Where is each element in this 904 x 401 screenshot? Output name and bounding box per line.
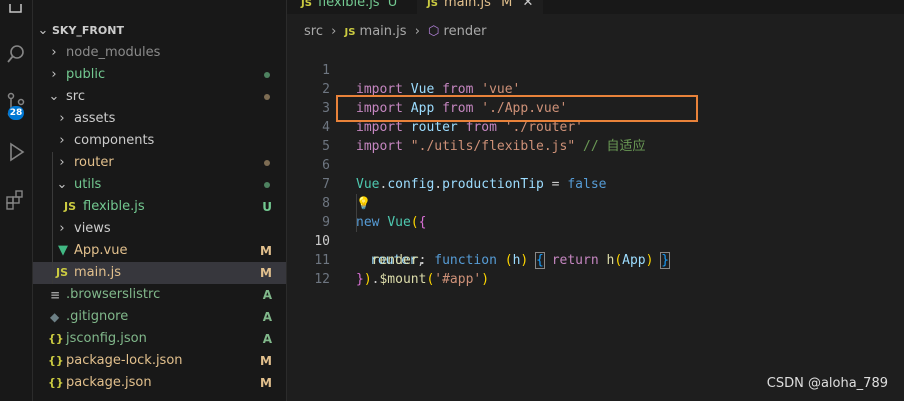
status-dot [264, 182, 270, 188]
js-file-icon: JS [427, 0, 438, 9]
tree-item-views[interactable]: › views [33, 218, 286, 240]
tab-flexible-js[interactable]: JS flexible.js U [301, 0, 397, 14]
code-line: 11 }).$mount('#app') [314, 253, 490, 287]
json-file-icon: {} [48, 354, 64, 367]
code-line: 1 import Vue from 'vue' [322, 63, 521, 97]
code-line: 6 Vue.config.productionTip = false [322, 158, 607, 192]
status-dot [264, 94, 270, 100]
tree-item-flexible-js[interactable]: JS flexible.js U [33, 196, 286, 218]
run-debug-icon[interactable] [0, 138, 32, 166]
status-dot [264, 72, 270, 78]
code-line: 12 [314, 272, 330, 287]
workspace-root[interactable]: ⌄ SKY_FRONT [33, 20, 286, 42]
code-line: 8 new Vue({ [322, 196, 427, 230]
status-dot [264, 160, 270, 166]
tree-item-node-modules[interactable]: › node_modules [33, 42, 286, 64]
json-file-icon: {} [48, 376, 64, 389]
breadcrumb: src › JS main.js › ⬡ render [287, 22, 486, 42]
js-file-icon: JS [64, 200, 77, 213]
method-icon: ⬡ [428, 24, 440, 39]
more-actions-icon[interactable]: ··· [260, 0, 272, 5]
explorer-title: EXPLORER [53, 0, 110, 12]
chevron-right-icon: › [59, 155, 65, 170]
file-tree: ⌄ SKY_FRONT › node_modules › public ⌄ sr… [33, 20, 286, 394]
chevron-right-icon: › [331, 24, 337, 39]
tree-item-assets[interactable]: › assets [33, 108, 286, 130]
code-line: 9 💡 router, [322, 194, 425, 268]
tree-item-browserslistrc[interactable]: ≡ .browserslistrc A [33, 284, 286, 306]
breadcrumb-file[interactable]: main.js [360, 24, 407, 39]
lightbulb-icon[interactable]: 💡 [356, 194, 371, 213]
indent-guide [52, 152, 53, 284]
js-file-icon: JS [344, 27, 356, 38]
tree-item-app-vue[interactable]: ▼ App.vue M [33, 240, 286, 262]
tree-item-router[interactable]: › router [33, 152, 286, 174]
code-line-active: 10 render: function (h) { return h(App) … [314, 234, 671, 269]
json-file-icon: {} [48, 332, 64, 345]
vue-file-icon: ▼ [58, 243, 68, 258]
tab-bar: JS flexible.js U JS main.js M ✕ [287, 0, 904, 14]
chevron-right-icon: › [59, 221, 65, 236]
chevron-right-icon: › [51, 45, 57, 60]
extensions-icon[interactable] [0, 186, 32, 214]
tree-item-package-json[interactable]: {} package.json M [33, 372, 286, 394]
chevron-down-icon: ⌄ [37, 23, 49, 38]
tree-item-jsconfig-json[interactable]: {} jsconfig.json A [33, 328, 286, 350]
watermark: CSDN @aloha_789 [766, 376, 888, 391]
chevron-down-icon: ⌄ [48, 89, 60, 104]
code-line: 7 [322, 177, 330, 192]
tree-item-components[interactable]: › components [33, 130, 286, 152]
tree-item-public[interactable]: › public [33, 64, 286, 86]
tree-item-package-lock-json[interactable]: {} package-lock.json M [33, 350, 286, 372]
chevron-right-icon: › [59, 111, 65, 126]
explorer-sidebar: EXPLORER ··· ⌄ SKY_FRONT › node_modules … [33, 0, 287, 401]
close-icon[interactable]: ✕ [522, 0, 533, 10]
source-control-badge: 28 [8, 106, 24, 120]
code-line: 2 import App from './App.vue' [322, 82, 568, 116]
chevron-right-icon: › [414, 24, 420, 39]
git-file-icon: ◆ [50, 310, 60, 324]
chevron-right-icon: › [51, 67, 57, 82]
chevron-right-icon: › [59, 133, 65, 148]
tree-item-src[interactable]: ⌄ src [33, 86, 286, 108]
js-file-icon: JS [301, 0, 312, 9]
search-icon[interactable] [0, 40, 32, 68]
js-file-icon: JS [56, 266, 69, 279]
indent-guide [356, 194, 357, 232]
breadcrumb-symbol[interactable]: render [444, 24, 487, 39]
tree-item-utils[interactable]: ⌄ utils [33, 174, 286, 196]
config-file-icon: ≡ [50, 288, 61, 302]
tree-item-gitignore[interactable]: ◆ .gitignore A [33, 306, 286, 328]
activity-bar: 28 [0, 0, 33, 401]
chevron-down-icon: ⌄ [56, 177, 68, 192]
tree-item-main-js[interactable]: JS main.js M [33, 262, 286, 284]
highlight-annotation-box [336, 95, 698, 122]
files-icon[interactable] [0, 0, 32, 28]
tab-main-js[interactable]: JS main.js M ✕ [417, 0, 544, 14]
breadcrumb-folder[interactable]: src [304, 24, 323, 39]
